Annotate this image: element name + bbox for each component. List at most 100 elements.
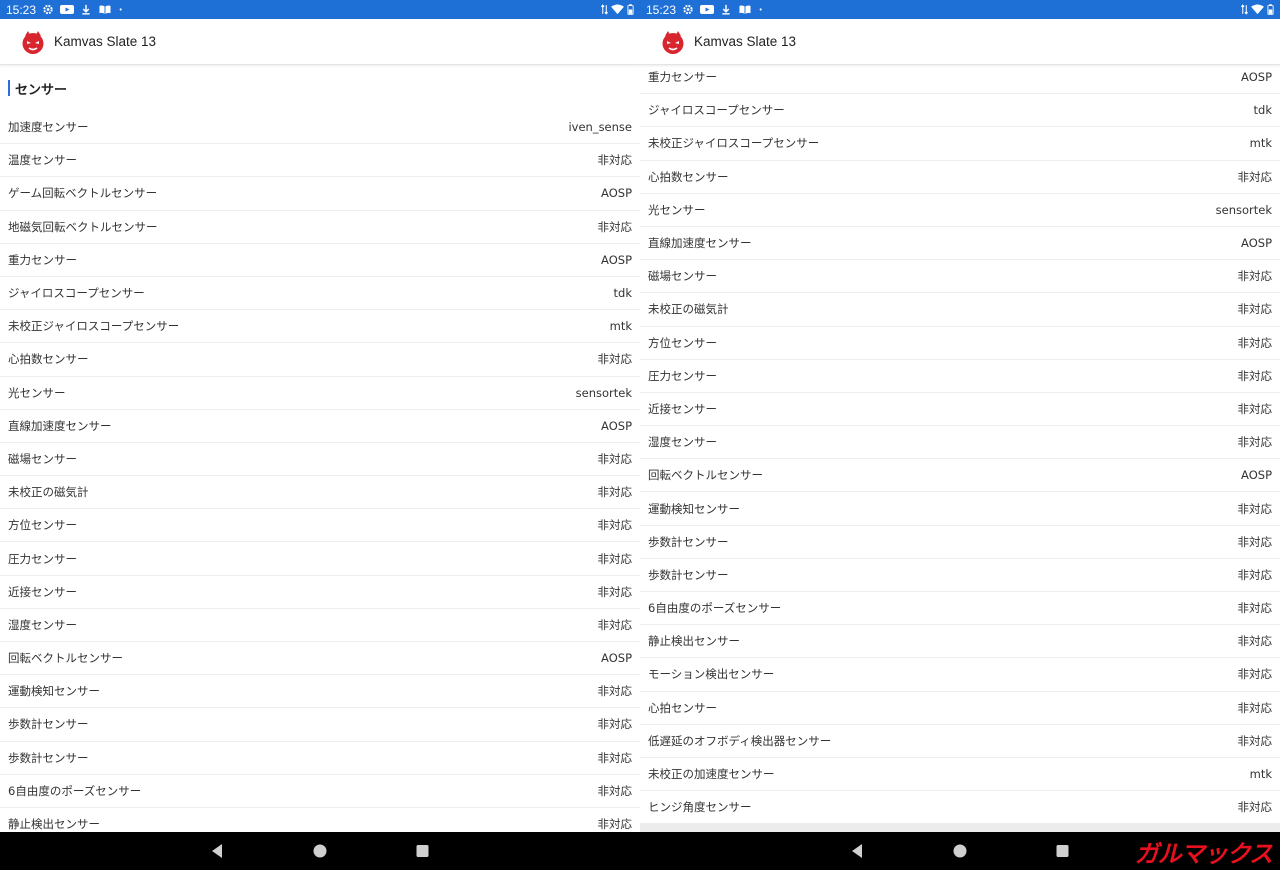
- home-icon[interactable]: [952, 843, 968, 859]
- sensor-name: 光センサー: [648, 202, 706, 217]
- status-bar: 15:23: [0, 0, 640, 19]
- sensor-name: 加速度センサー: [8, 120, 89, 135]
- youtube-icon: [60, 5, 75, 14]
- app-logo-icon: [662, 30, 684, 54]
- app-bar: Kamvas Slate 13: [640, 19, 1280, 65]
- sensor-name: モーション検出センサー: [648, 667, 775, 682]
- left-screen: 15:23 Kamvas Slate 13 センサー 加速度センサー iven_s…: [0, 0, 640, 832]
- sensor-vendor: 非対応: [1237, 800, 1273, 815]
- sensor-name: 歩数計センサー: [8, 717, 89, 732]
- sensor-row: 運動検知センサー 非対応: [0, 675, 640, 709]
- sensor-name: 未校正ジャイロスコープセンサー: [8, 319, 180, 334]
- sensor-name: 湿度センサー: [8, 617, 77, 632]
- sensor-row: 心拍センサー 非対応: [640, 692, 1280, 725]
- wifi-icon: [1251, 4, 1264, 15]
- app-bar: Kamvas Slate 13: [0, 19, 640, 65]
- sensor-row: 方位センサー 非対応: [640, 327, 1280, 360]
- sensor-vendor: 非対応: [597, 750, 633, 765]
- sensor-row: 未校正ジャイロスコープセンサー mtk: [640, 127, 1280, 161]
- sensor-vendor: 非対応: [1237, 169, 1273, 184]
- sensor-row: 光センサー sensortek: [640, 194, 1280, 227]
- sensor-name: 心拍センサー: [648, 700, 717, 715]
- recents-icon[interactable]: [1056, 844, 1069, 858]
- right-screen: 15:23 Kamvas Slate 13 重力センサー AOSP ジャイロスコープ…: [640, 0, 1280, 832]
- sensor-vendor: 非対応: [1237, 401, 1273, 416]
- sensor-name: 近接センサー: [8, 584, 77, 599]
- sensor-vendor: tdk: [1253, 103, 1272, 118]
- sensor-vendor: 非対応: [597, 352, 633, 367]
- sensor-name: 心拍数センサー: [648, 169, 729, 184]
- battery-icon: [1267, 4, 1274, 15]
- sensor-row: ジャイロスコープセンサー tdk: [640, 94, 1280, 128]
- sensor-row: 6自由度のポーズセンサー 非対応: [640, 592, 1280, 626]
- book-icon: [99, 5, 111, 15]
- sensor-vendor: 非対応: [1237, 601, 1273, 616]
- back-icon[interactable]: [851, 843, 863, 859]
- sensor-row: 重力センサー AOSP: [0, 244, 640, 277]
- recents-icon[interactable]: [416, 844, 429, 858]
- sensor-name: 圧力センサー: [648, 368, 717, 383]
- sensor-name: 直線加速度センサー: [648, 236, 752, 251]
- section-header: センサー: [0, 65, 640, 111]
- sensor-row: 歩数計センサー 非対応: [0, 742, 640, 775]
- sensor-row: モーション検出センサー 非対応: [640, 658, 1280, 692]
- sensor-row: 重力センサー AOSP: [640, 61, 1280, 95]
- sensor-vendor: 非対応: [1237, 534, 1273, 549]
- sensor-vendor: AOSP: [601, 186, 632, 201]
- sensor-vendor: iven_sense: [568, 120, 632, 135]
- sensor-name: ヒンジ角度センサー: [648, 800, 752, 815]
- sensor-vendor: 非対応: [1237, 634, 1273, 649]
- app-logo-icon: [22, 30, 44, 54]
- sensor-name: 運動検知センサー: [648, 501, 740, 516]
- sensor-vendor: mtk: [1249, 767, 1272, 782]
- sensor-name: 回転ベクトルセンサー: [8, 651, 123, 666]
- sensor-vendor: 非対応: [597, 451, 633, 466]
- sensor-vendor: 非対応: [1237, 700, 1273, 715]
- sensor-row: 湿度センサー 非対応: [0, 609, 640, 642]
- sensor-list: 加速度センサー iven_sense 温度センサー 非対応 ゲーム回転ベクトルセンサー A…: [0, 111, 640, 832]
- sensor-row: 近接センサー 非対応: [640, 393, 1280, 427]
- home-icon[interactable]: [312, 843, 328, 859]
- gear-icon: [683, 4, 693, 15]
- sensor-vendor: mtk: [1249, 136, 1272, 151]
- sensor-row: 未校正の磁気計 非対応: [0, 476, 640, 510]
- list-end-shadow: [640, 823, 1280, 832]
- sensor-name: 6自由度のポーズセンサー: [648, 601, 782, 616]
- sensor-vendor: 非対応: [597, 485, 633, 500]
- sensor-row: ジャイロスコープセンサー tdk: [0, 277, 640, 311]
- sensor-vendor: 非対応: [1237, 733, 1273, 748]
- sensor-name: 心拍数センサー: [8, 352, 89, 367]
- sensor-vendor: AOSP: [1241, 468, 1272, 483]
- sensor-vendor: 非対応: [597, 584, 633, 599]
- sensor-name: 未校正の磁気計: [8, 485, 89, 500]
- sensor-vendor: AOSP: [601, 252, 632, 267]
- sensor-name: 運動検知センサー: [8, 684, 100, 699]
- sensor-vendor: 非対応: [597, 717, 633, 732]
- sensor-vendor: tdk: [613, 286, 632, 301]
- sensor-row: ヒンジ角度センサー 非対応: [640, 791, 1280, 825]
- sensor-name: 未校正ジャイロスコープセンサー: [648, 136, 820, 151]
- sensor-row: 磁場センサー 非対応: [0, 443, 640, 477]
- sensor-vendor: 非対応: [1237, 435, 1273, 450]
- back-icon[interactable]: [211, 843, 223, 859]
- sensor-name: 磁場センサー: [648, 269, 717, 284]
- sensor-row: 静止検出センサー 非対応: [0, 808, 640, 832]
- sensor-row: 歩数計センサー 非対応: [640, 559, 1280, 592]
- sensor-name: 湿度センサー: [648, 435, 717, 450]
- sensor-vendor: AOSP: [601, 418, 632, 433]
- download-icon: [82, 4, 90, 15]
- sensor-vendor: AOSP: [1241, 70, 1272, 85]
- navigation-bar: [0, 832, 1280, 870]
- sensor-vendor: sensortek: [575, 385, 632, 400]
- sensor-vendor: 非対応: [1237, 567, 1273, 582]
- sensor-vendor: 非対応: [1237, 368, 1273, 383]
- sensor-vendor: 非対応: [597, 551, 633, 566]
- sensor-row: 未校正ジャイロスコープセンサー mtk: [0, 310, 640, 344]
- sensor-name: 方位センサー: [8, 518, 77, 533]
- sensor-name: ジャイロスコープセンサー: [8, 286, 145, 301]
- sensor-name: 歩数計センサー: [648, 567, 729, 582]
- sensor-vendor: 非対応: [1237, 335, 1273, 350]
- app-title: Kamvas Slate 13: [54, 34, 157, 49]
- sensor-list: 重力センサー AOSP ジャイロスコープセンサー tdk 未校正ジャイロスコープセンサー…: [640, 61, 1280, 825]
- sensor-row: 運動検知センサー 非対応: [640, 492, 1280, 526]
